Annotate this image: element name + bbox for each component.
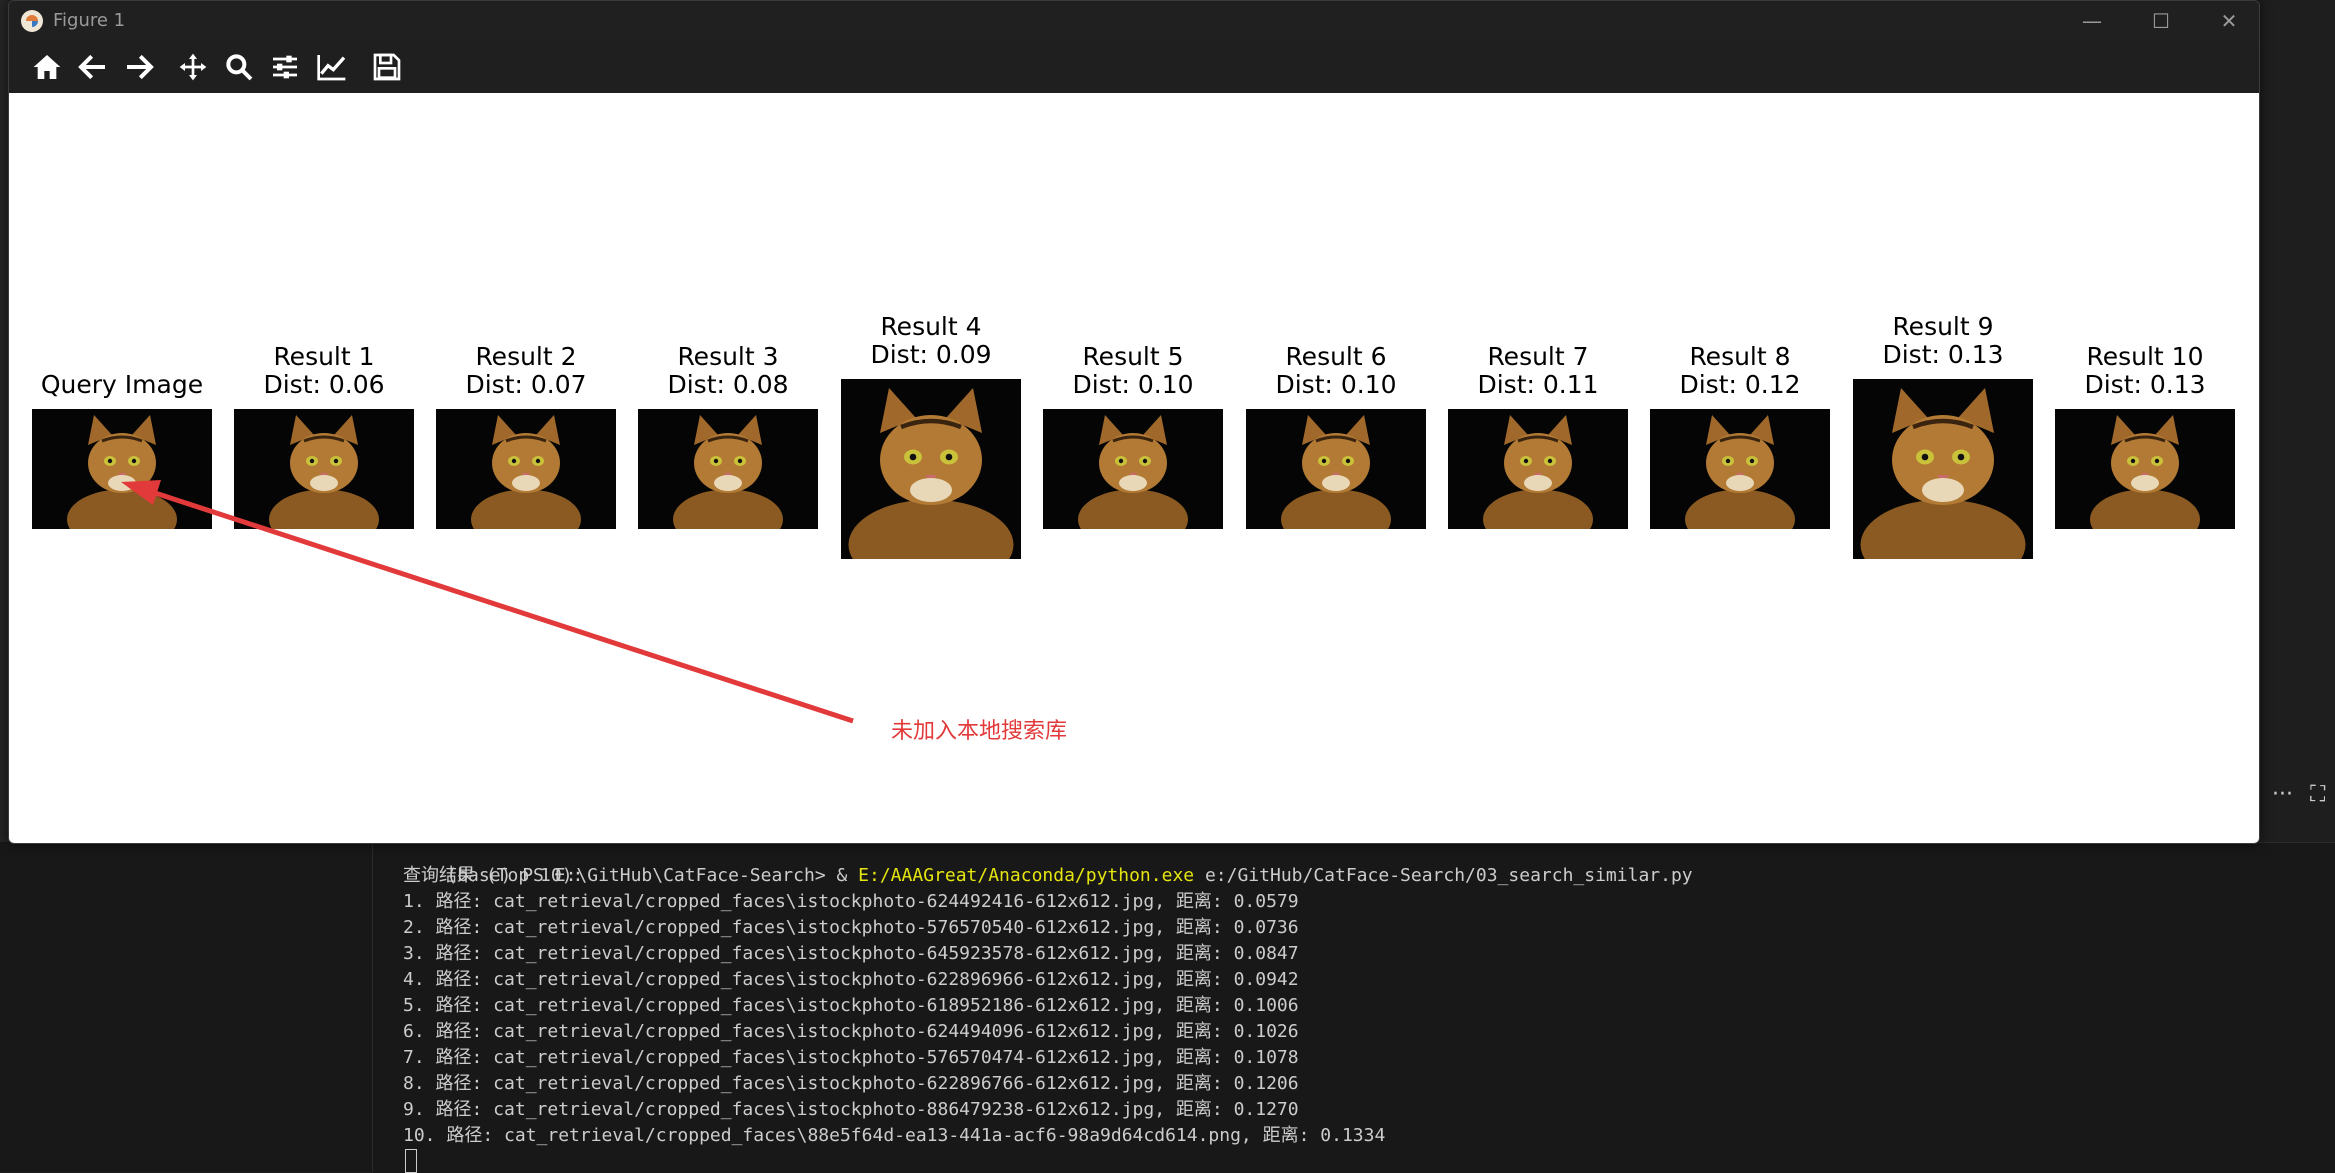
window-titlebar[interactable]: Figure 1 — ☐ ✕ [9, 1, 2259, 41]
back-arrow-icon[interactable] [73, 49, 113, 85]
window-title: Figure 1 [53, 10, 126, 31]
annotation-text: 未加入本地搜索库 [891, 719, 1068, 744]
terminal-result-line: 10. 路径: cat_retrieval/cropped_faces\88e5… [403, 1125, 1386, 1146]
terminal-header: 查询结果 (Top 10): [403, 865, 584, 886]
close-button[interactable]: ✕ [2199, 5, 2259, 37]
terminal-python-exe: E:/AAAGreat/Anaconda/python.exe [858, 865, 1195, 886]
terminal-result-line: 5. 路径: cat_retrieval/cropped_faces\istoc… [403, 995, 1299, 1016]
forward-arrow-icon[interactable] [119, 49, 159, 85]
terminal-result-line: 9. 路径: cat_retrieval/cropped_faces\istoc… [403, 1099, 1299, 1120]
terminal-result-line: 2. 路径: cat_retrieval/cropped_faces\istoc… [403, 917, 1299, 938]
terminal-result-line: 8. 路径: cat_retrieval/cropped_faces\istoc… [403, 1073, 1299, 1094]
matplotlib-logo-icon [21, 10, 43, 32]
terminal-result-line: 3. 路径: cat_retrieval/cropped_faces\istoc… [403, 943, 1299, 964]
terminal-result-line: 7. 路径: cat_retrieval/cropped_faces\istoc… [403, 1047, 1299, 1068]
home-icon[interactable] [27, 49, 67, 85]
terminal-result-line: 1. 路径: cat_retrieval/cropped_faces\istoc… [403, 891, 1299, 912]
more-actions-icon[interactable]: ··· [2272, 782, 2293, 807]
editor-sidebar-panel [0, 842, 373, 1172]
axes-edit-icon[interactable] [312, 49, 352, 85]
terminal-panel[interactable]: (base) PS E:\GitHub\CatFace-Search> & E:… [373, 842, 2335, 1173]
figure-window: Figure 1 — ☐ ✕ Query Image Result 1 Dist… [8, 0, 2260, 844]
zoom-magnifier-icon[interactable] [219, 49, 259, 85]
annotation-arrow [121, 480, 854, 724]
terminal-result-line: 6. 路径: cat_retrieval/cropped_faces\istoc… [403, 1021, 1299, 1042]
terminal-script: e:/GitHub/CatFace-Search/03_search_simil… [1194, 865, 1693, 886]
minimize-button[interactable]: — [2062, 5, 2122, 37]
terminal-result-line: 4. 路径: cat_retrieval/cropped_faces\istoc… [403, 969, 1299, 990]
subplots-config-icon[interactable] [265, 49, 305, 85]
pan-move-icon[interactable] [173, 49, 213, 85]
panel-controls: ··· ⛶ [2262, 780, 2335, 820]
figure-canvas[interactable]: Query Image Result 1 Dist: 0.06 Result 2… [9, 93, 2259, 843]
navigation-toolbar [9, 41, 2259, 93]
terminal-cursor [405, 1149, 417, 1173]
save-floppy-icon[interactable] [367, 49, 407, 85]
maximize-button[interactable]: ☐ [2131, 5, 2191, 37]
maximize-panel-icon[interactable]: ⛶ [2310, 782, 2325, 807]
